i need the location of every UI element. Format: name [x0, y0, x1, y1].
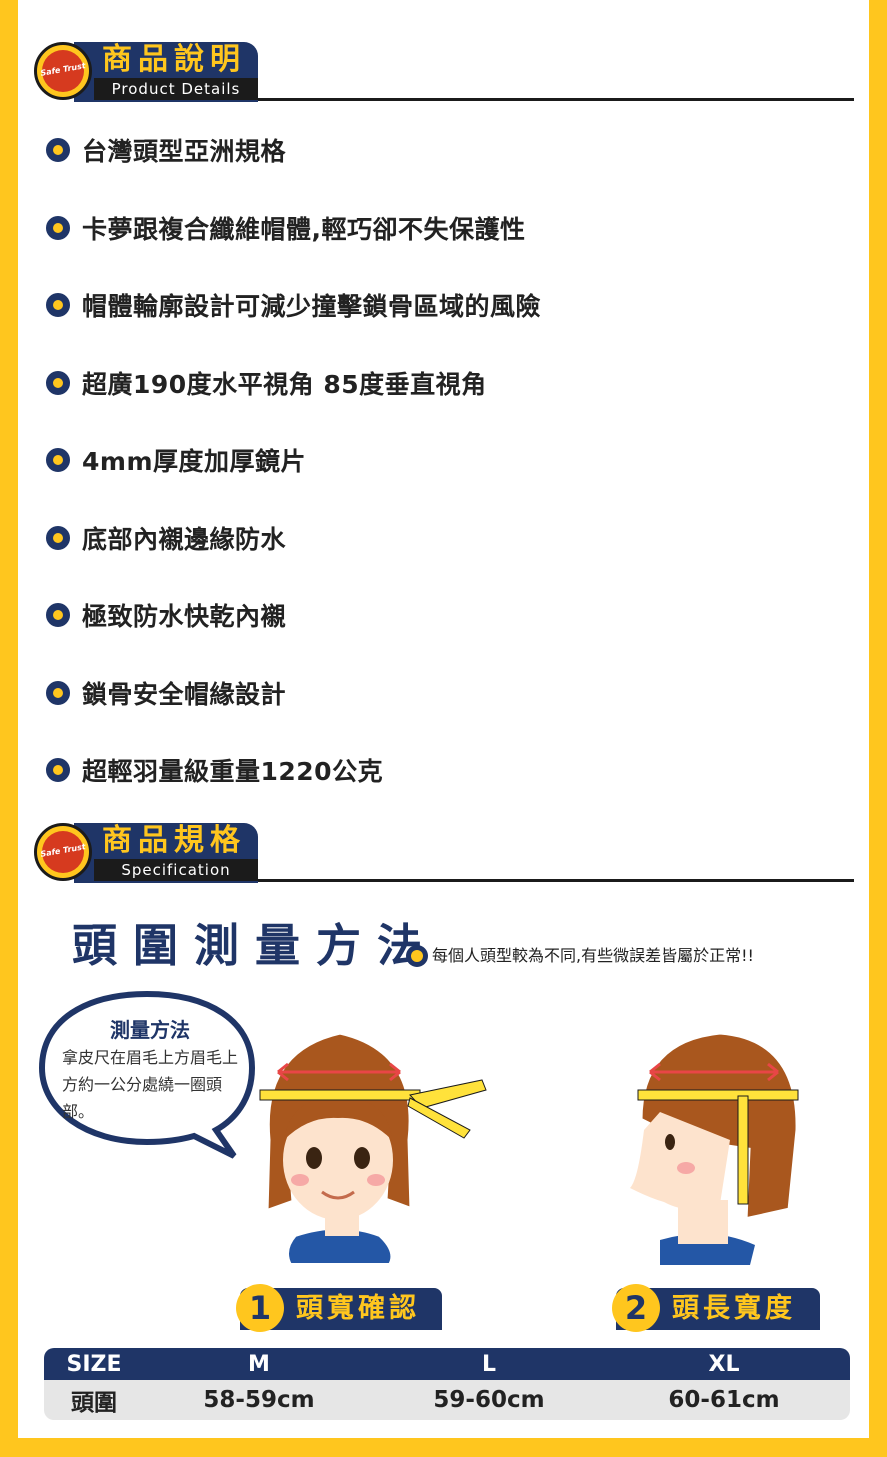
- section-title-zh: 商品規格: [102, 823, 246, 858]
- bullet-icon: [46, 603, 70, 627]
- bullet-icon: [46, 681, 70, 705]
- measure-title: 頭圍測量方法: [72, 919, 439, 972]
- step-label: 頭寬確認: [296, 1293, 420, 1324]
- section-title-en: Specification: [94, 859, 258, 881]
- feature-item: 超廣190度水平視角 85度垂直視角: [46, 363, 487, 403]
- bullet-icon: [46, 138, 70, 162]
- step-badge-2: 2 頭長寬度: [612, 1284, 820, 1332]
- table-cell: 60-61cm: [668, 1387, 780, 1413]
- table-row: 頭圍 58-59cm 59-60cm 60-61cm: [44, 1380, 850, 1420]
- header-rule: [254, 98, 854, 101]
- table-header-cell: M: [248, 1351, 270, 1377]
- bullet-icon: [46, 448, 70, 472]
- head-front-illustration: [259, 1029, 487, 1267]
- bullet-icon: [46, 758, 70, 782]
- header-rule: [254, 879, 854, 882]
- bullet-icon: [46, 526, 70, 550]
- size-table: SIZE M L XL 頭圍 58-59cm 59-60cm 60-61cm: [44, 1348, 850, 1420]
- table-cell: 頭圍: [71, 1390, 117, 1416]
- section-title-en: Product Details: [94, 78, 258, 100]
- step-label: 頭長寬度: [672, 1293, 796, 1324]
- step-number: 2: [612, 1284, 660, 1332]
- bullet-icon: [46, 371, 70, 395]
- measure-note: 每個人頭型較為不同,有些微誤差皆屬於正常!!: [432, 946, 754, 965]
- table-cell: 59-60cm: [433, 1387, 545, 1413]
- brand-logo-icon: Safe Trust: [34, 823, 92, 881]
- feature-item: 帽體輪廓設計可減少撞擊鎖骨區域的風險: [46, 285, 541, 325]
- bullet-icon: [406, 945, 428, 967]
- step-number: 1: [236, 1284, 284, 1332]
- table-header-cell: L: [481, 1351, 497, 1377]
- feature-item: 極致防水快乾內襯: [46, 595, 286, 635]
- table-cell: 58-59cm: [203, 1387, 315, 1413]
- table-header-cell: SIZE: [66, 1351, 122, 1377]
- bubble-title: 測量方法: [110, 1018, 190, 1042]
- step-badge-1: 1 頭寬確認: [236, 1284, 442, 1332]
- section-title-zh: 商品說明: [102, 42, 246, 77]
- feature-item: 4mm厚度加厚鏡片: [46, 440, 306, 480]
- bullet-icon: [46, 293, 70, 317]
- feature-item: 台灣頭型亞洲規格: [46, 130, 286, 170]
- table-header-row: SIZE M L XL: [44, 1348, 850, 1380]
- feature-item: 底部內襯邊緣防水: [46, 518, 286, 558]
- bullet-icon: [46, 216, 70, 240]
- brand-logo-icon: Safe Trust: [34, 42, 92, 100]
- section-header-details: 商品說明 Product Details Safe Trust: [34, 40, 854, 104]
- feature-item: 卡夢跟複合纖維帽體,輕巧卻不失保護性: [46, 208, 526, 248]
- feature-item: 鎖骨安全帽緣設計: [46, 673, 286, 713]
- head-side-illustration: [630, 1029, 801, 1265]
- section-header-spec: 商品規格 Specification Safe Trust: [34, 821, 854, 885]
- feature-item: 超輕羽量級重量1220公克: [46, 750, 383, 790]
- bubble-text: 拿皮尺在眉毛上方眉毛上方約一公分處繞一圈頭部。: [62, 1048, 239, 1121]
- table-header-cell: XL: [708, 1351, 740, 1377]
